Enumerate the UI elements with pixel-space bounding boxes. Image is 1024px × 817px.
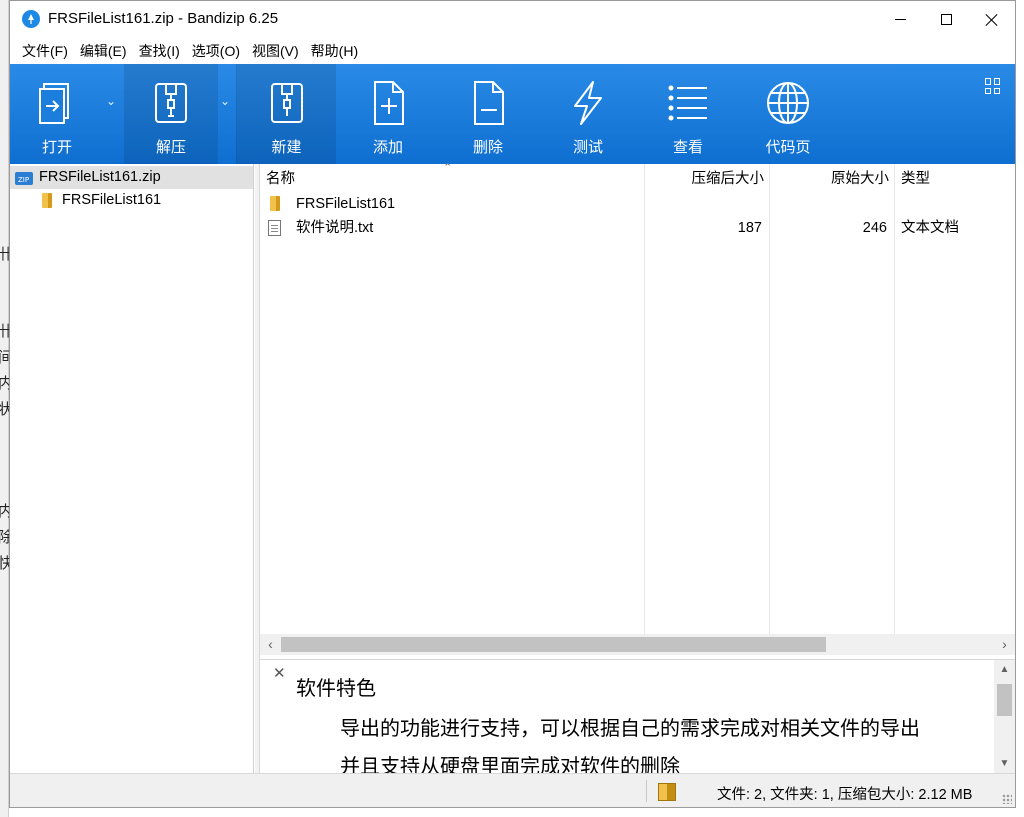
lightning-icon xyxy=(574,81,602,125)
scroll-up-icon[interactable]: ▲ xyxy=(994,660,1015,680)
minimize-button[interactable] xyxy=(877,1,923,38)
window-title: FRSFileList161.zip - Bandizip 6.25 xyxy=(48,10,279,27)
row-name: FRSFileList161 xyxy=(296,196,396,212)
delete-label: 删除 xyxy=(472,139,503,156)
row-original-size: 246 xyxy=(862,220,887,236)
folder-icon xyxy=(270,196,280,211)
delete-icon xyxy=(474,81,504,125)
add-button[interactable]: 添加 xyxy=(338,64,438,164)
tree-item-folder[interactable]: FRSFileList161 xyxy=(10,189,253,212)
comment-pane: ✕ 软件特色 导出的功能进行支持，可以根据自己的需求完成对相关文件的导出 并且支… xyxy=(260,659,1015,773)
maximize-icon xyxy=(940,14,952,25)
close-button[interactable] xyxy=(969,1,1015,38)
scroll-left-icon[interactable]: ‹ xyxy=(260,634,281,655)
extract-button[interactable]: 解压 xyxy=(124,64,218,164)
scroll-right-icon[interactable]: › xyxy=(994,634,1015,655)
horizontal-scrollbar[interactable]: ‹ › xyxy=(260,634,1015,655)
list-view-icon xyxy=(668,85,707,121)
comment-line: 导出的功能进行支持，可以根据自己的需求完成对相关文件的导出 xyxy=(340,718,920,740)
extract-dropdown-chevron-icon[interactable]: ⌄ xyxy=(220,94,230,108)
menu-edit[interactable]: 编辑(E) xyxy=(74,38,133,64)
vertical-scrollbar[interactable]: ▲ ▼ xyxy=(994,660,1015,773)
open-button[interactable]: 打开 xyxy=(10,64,104,164)
layout-grid-icon[interactable] xyxy=(985,78,1001,94)
open-icon xyxy=(39,83,69,124)
status-text: 文件: 2, 文件夹: 1, 压缩包大小: 2.12 MB xyxy=(717,787,973,803)
globe-icon xyxy=(767,82,809,124)
extract-icon xyxy=(155,83,187,123)
row-packed-size: 187 xyxy=(737,220,762,236)
vertical-scroll-thumb[interactable] xyxy=(997,684,1012,716)
horizontal-scroll-thumb[interactable] xyxy=(281,637,826,652)
background-window-edge: 卄 卄 间 内 状 内 除 快 xyxy=(0,0,13,817)
menu-view[interactable]: 视图(V) xyxy=(246,38,305,64)
test-button[interactable]: 测试 xyxy=(538,64,638,164)
minimize-icon xyxy=(894,19,906,20)
column-header-original-size[interactable]: 原始大小 xyxy=(769,164,889,194)
add-label: 添加 xyxy=(372,139,403,156)
menu-bar: 文件(F) 编辑(E) 查找(I) 选项(O) 视图(V) 帮助(H) xyxy=(10,38,1015,64)
bandizip-window: FRSFileList161.zip - Bandizip 6.25 文件(F)… xyxy=(9,0,1016,808)
delete-button[interactable]: 删除 xyxy=(438,64,538,164)
row-type: 文本文档 xyxy=(901,220,959,236)
column-header-name[interactable]: 名称 xyxy=(266,164,295,194)
new-archive-icon xyxy=(270,83,303,123)
view-label: 查看 xyxy=(672,139,703,156)
open-dropdown-chevron-icon[interactable]: ⌄ xyxy=(106,94,116,108)
test-label: 测试 xyxy=(572,139,603,156)
tree-item-archive[interactable]: ZIP FRSFileList161.zip xyxy=(10,166,253,189)
column-header-packed-size[interactable]: 压缩后大小 xyxy=(644,164,765,194)
menu-options[interactable]: 选项(O) xyxy=(186,38,246,64)
folder-icon xyxy=(42,193,52,208)
menu-help[interactable]: 帮助(H) xyxy=(305,38,364,64)
archive-status-icon xyxy=(658,783,676,801)
tree-item-archive-label: FRSFileList161.zip xyxy=(39,169,161,185)
view-button[interactable]: 查看 xyxy=(638,64,738,164)
new-label: 新建 xyxy=(271,139,302,156)
toolbar: 打开 ⌄ 解压 ⌄ 新建 添加 删除 测试 查看 代码页 xyxy=(10,64,1015,164)
new-button[interactable]: 新建 xyxy=(237,64,336,164)
table-row[interactable]: FRSFileList161 xyxy=(260,192,1015,216)
sort-ascending-icon: ⌃ xyxy=(443,162,453,174)
menu-find[interactable]: 查找(I) xyxy=(133,38,186,64)
tree-item-folder-label: FRSFileList161 xyxy=(62,192,162,208)
row-name: 软件说明.txt xyxy=(296,220,374,236)
scroll-down-icon[interactable]: ▼ xyxy=(994,754,1015,773)
folder-tree: ZIP FRSFileList161.zip FRSFileList161 xyxy=(10,164,254,773)
status-bar: 文件: 2, 文件夹: 1, 压缩包大小: 2.12 MB xyxy=(10,773,1015,807)
close-icon xyxy=(985,13,999,27)
text-file-icon xyxy=(268,220,281,236)
title-bar[interactable]: FRSFileList161.zip - Bandizip 6.25 xyxy=(10,1,1015,38)
zip-archive-icon: ZIP xyxy=(15,172,33,185)
codepage-label: 代码页 xyxy=(765,139,811,156)
bandizip-logo-icon xyxy=(22,10,40,28)
status-separator xyxy=(646,780,647,802)
codepage-button[interactable]: 代码页 xyxy=(738,64,838,164)
resize-grip-icon[interactable] xyxy=(1002,794,1012,804)
file-list: 名称 ⌃ 压缩后大小 原始大小 类型 FRSFileList161 软件说明.t… xyxy=(260,162,1015,634)
table-row[interactable]: 软件说明.txt 187 246 文本文档 xyxy=(260,216,1015,240)
extract-label: 解压 xyxy=(155,139,186,156)
open-label: 打开 xyxy=(41,139,72,156)
menu-file[interactable]: 文件(F) xyxy=(16,38,74,64)
close-comment-icon[interactable]: ✕ xyxy=(273,664,286,682)
column-header-type[interactable]: 类型 xyxy=(901,164,930,194)
comment-line: 并且支持从硬盘里面完成对软件的删除 xyxy=(340,756,680,773)
comment-title: 软件特色 xyxy=(296,678,376,700)
maximize-button[interactable] xyxy=(923,1,969,38)
add-icon xyxy=(374,81,404,125)
svg-text:ZIP: ZIP xyxy=(18,176,29,184)
